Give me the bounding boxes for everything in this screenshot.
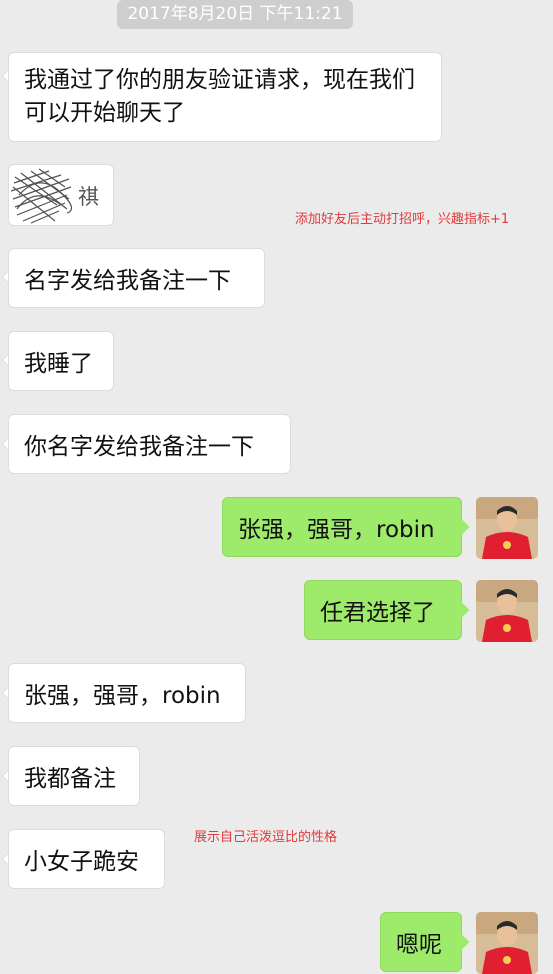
person-avatar-icon <box>476 580 538 642</box>
incoming-message-bubble[interactable]: 名字发给我备注一下 <box>8 248 265 308</box>
incoming-message-bubble[interactable]: 我都备注 <box>8 746 140 806</box>
timestamp-badge: 2017年8月20日 下午11:21 <box>117 0 353 29</box>
person-avatar-icon <box>476 912 538 974</box>
message-text: 你名字发给我备注一下 <box>24 434 254 460</box>
message-text: 我睡了 <box>24 351 93 377</box>
incoming-message-bubble[interactable]: 我通过了你的朋友验证请求，现在我们可以开始聊天了 <box>8 52 442 142</box>
person-avatar-icon <box>476 497 538 559</box>
blurred-image-message[interactable]: 祺 <box>8 164 114 226</box>
message-text: 任君选择了 <box>320 600 435 626</box>
outgoing-message-bubble[interactable]: 嗯呢 <box>380 912 462 972</box>
message-text: 小女子跪安 <box>24 849 139 875</box>
incoming-message-bubble[interactable]: 小女子跪安 <box>8 829 165 889</box>
annotation-note: 添加好友后主动打招呼，兴趣指标+1 <box>295 212 510 227</box>
message-text: 张强，强哥，robin <box>24 683 221 709</box>
user-avatar[interactable] <box>476 580 538 642</box>
incoming-message-bubble[interactable]: 我睡了 <box>8 331 114 391</box>
outgoing-message-bubble[interactable]: 张强，强哥，robin <box>222 497 462 557</box>
incoming-message-bubble[interactable]: 张强，强哥，robin <box>8 663 246 723</box>
message-text: 我通过了你的朋友验证请求，现在我们可以开始聊天了 <box>24 67 415 126</box>
annotation-note: 展示自己活泼逗比的性格 <box>194 830 338 845</box>
message-text: 我都备注 <box>24 766 116 792</box>
user-avatar[interactable] <box>476 497 538 559</box>
outgoing-message-bubble[interactable]: 任君选择了 <box>304 580 462 640</box>
incoming-message-bubble[interactable]: 你名字发给我备注一下 <box>8 414 291 474</box>
message-text: 张强，强哥，robin <box>238 517 435 543</box>
message-text: 嗯呢 <box>396 932 442 958</box>
user-avatar[interactable] <box>476 912 538 974</box>
partial-text: 祺 <box>78 185 99 209</box>
message-text: 名字发给我备注一下 <box>24 268 231 294</box>
